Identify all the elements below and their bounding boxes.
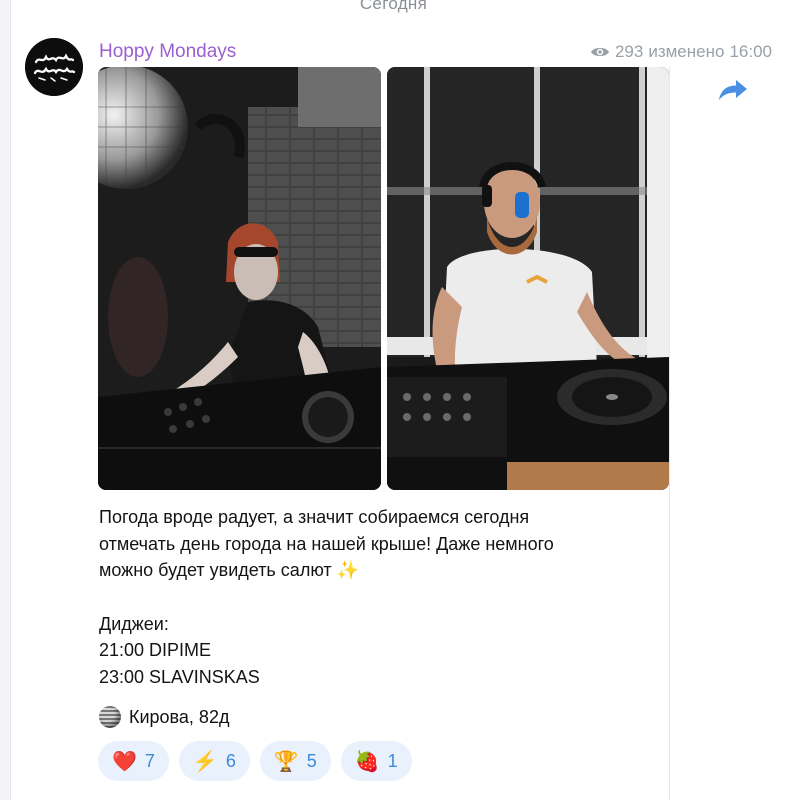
reaction-lightning[interactable]: ⚡ 6 [178,741,250,781]
disco-ball-icon [99,706,121,728]
photo-dj-woman-image [98,67,381,490]
heart-icon: ❤️ [112,750,137,773]
left-rail [0,0,11,800]
message-bubble-edge [669,67,670,800]
dj-line: 21:00 DIPIME [99,640,212,660]
post-meta: 293 изменено 16:00 [590,42,772,62]
reaction-strawberry[interactable]: 🍓 1 [340,741,412,781]
views-count: 293 [614,42,644,61]
post-text: Погода вроде радует, а значит собираемся… [99,504,659,690]
dj-line: 23:00 SLAVINSKAS [99,666,260,687]
location-line: Кирова, 82д [99,706,229,728]
reaction-count: 1 [387,750,398,771]
views-eye-icon [590,47,609,57]
reaction-trophy[interactable]: 🏆 5 [259,741,331,781]
post-text-line: Погода вроде радует, а значит собираемся… [99,507,530,527]
sparkles-icon: ✨ [336,560,360,580]
reactions-bar: ❤️ 7 ⚡ 6 🏆 5 🍓 1 [98,741,412,781]
reaction-heart[interactable]: ❤️ 7 [98,741,169,781]
reaction-count: 6 [225,750,236,771]
lightning-icon: ⚡ [192,750,218,773]
post-time: 16:00 [729,42,772,61]
strawberry-icon: 🍓 [354,750,380,773]
location-text: Кирова, 82д [129,706,230,727]
date-separator: Сегодня [359,0,428,13]
avatar-logo-icon [25,38,83,96]
post-text-line: отмечать день города на нашей крыше! Даж… [99,533,554,554]
channel-name[interactable]: Hoppy Mondays [99,41,236,63]
reaction-count: 5 [306,750,317,771]
photo-dj-man-image [387,67,669,490]
post-text-line-content: можно будет увидеть салют [99,560,332,580]
share-arrow-icon[interactable] [717,78,749,102]
post-text-line: можно будет увидеть салют ✨ [99,557,659,584]
trophy-icon: 🏆 [273,750,299,773]
reaction-count: 7 [144,750,155,771]
photo-dj-man[interactable] [387,67,669,490]
channel-avatar[interactable] [25,38,83,96]
edited-label: изменено [648,42,725,61]
photo-dj-woman[interactable] [98,67,381,490]
djs-title: Диджеи: [99,613,169,634]
